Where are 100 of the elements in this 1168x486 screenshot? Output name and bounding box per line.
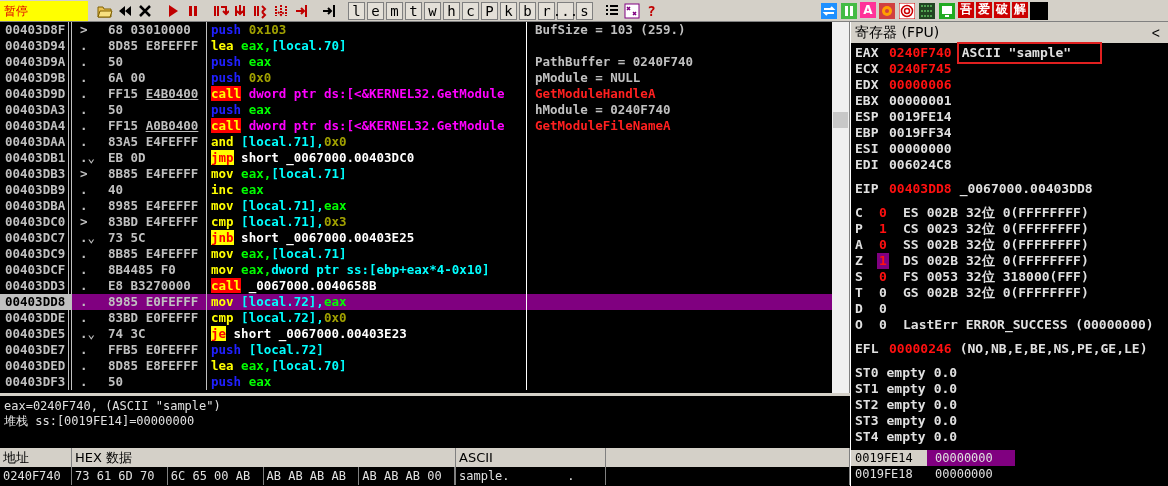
address-cell[interactable]: 00403DA4: [0, 118, 72, 134]
address-cell[interactable]: 00403D94: [0, 38, 72, 54]
stack-address[interactable]: 0019FE14: [851, 450, 927, 466]
toolbar-letter-button[interactable]: P: [481, 1, 498, 20]
register-value[interactable]: 00000001: [889, 93, 952, 109]
toolbar-letter-button[interactable]: w: [424, 1, 441, 20]
binary-icon[interactable]: [918, 1, 936, 20]
plugin-button[interactable]: 吾: [958, 1, 974, 18]
address-cell[interactable]: 00403DB9: [0, 182, 72, 198]
segment-bits: 32位: [965, 221, 995, 237]
register-name: ECX: [855, 61, 880, 77]
toolbar-letter-button[interactable]: s: [576, 1, 593, 20]
flag-value[interactable]: 0: [877, 269, 889, 285]
register-value[interactable]: 0240F740: [889, 45, 952, 61]
flag-name: O: [855, 317, 864, 333]
comment-text: BufSize = 103 (259.): [534, 22, 687, 38]
refresh-icon[interactable]: [820, 1, 838, 20]
toolbar-letter-button[interactable]: b: [519, 1, 536, 20]
instruction-text: lea eax,[local.70]: [207, 38, 527, 54]
address-cell[interactable]: 00403DC7: [0, 230, 72, 246]
segment-bits: 32位: [965, 269, 995, 285]
instruction-text: mov [local.72],eax: [207, 294, 527, 310]
register-value[interactable]: 006024C8: [889, 157, 952, 173]
help-button[interactable]: ?: [643, 1, 660, 20]
comment-text: pModule = NULL: [534, 70, 642, 86]
address-cell[interactable]: 00403D9A: [0, 54, 72, 70]
address-cell[interactable]: 00403DCF: [0, 262, 72, 278]
stack-address[interactable]: 0019FE18: [851, 466, 927, 482]
instruction-text: mov eax,[local.71]: [207, 166, 527, 182]
hex-cell: 8B85 E4FEFFF: [108, 246, 207, 262]
address-cell[interactable]: 00403DC0: [0, 214, 72, 230]
segment-selector: 0053: [926, 269, 958, 285]
address-cell[interactable]: 00403DED: [0, 358, 72, 374]
address-cell[interactable]: 00403D8F: [0, 22, 72, 38]
comment-text: hModule = 0240F740: [534, 102, 672, 118]
plugin-button[interactable]: 解: [1012, 1, 1028, 18]
flag-value[interactable]: 0: [877, 237, 889, 253]
address-cell[interactable]: 00403DBA: [0, 198, 72, 214]
plugin-button[interactable]: 破: [994, 1, 1010, 18]
scrollbar[interactable]: [832, 22, 849, 393]
toolbar-letter-button[interactable]: t: [405, 1, 422, 20]
register-value[interactable]: 00000000: [889, 141, 952, 157]
stack-value: 00000000: [934, 466, 994, 482]
address-cell[interactable]: 00403D9D: [0, 86, 72, 102]
register-value[interactable]: 00000006: [889, 77, 952, 93]
column-header[interactable]: ASCII: [456, 448, 606, 467]
segment-selector: 002B: [926, 253, 958, 269]
stack-value: 00000000: [927, 450, 1015, 466]
toolbar-letter-button[interactable]: l: [348, 1, 365, 20]
toolbar-letter-button[interactable]: ...: [557, 1, 574, 20]
toolbar-letter-button[interactable]: m: [386, 1, 403, 20]
address-cell[interactable]: 00403DB3: [0, 166, 72, 182]
register-value[interactable]: 0240F745: [889, 61, 952, 77]
fpu-value: 0.0: [933, 397, 958, 413]
register-value[interactable]: 0019FE14: [889, 109, 952, 125]
address-cell[interactable]: 00403DAA: [0, 134, 72, 150]
address-cell[interactable]: 00403DE5: [0, 326, 72, 342]
jump-marker: .: [79, 246, 89, 262]
address-cell[interactable]: 00403DDE: [0, 310, 72, 326]
segment-base: 0(FFFFFFFF): [1002, 285, 1089, 301]
column-header[interactable]: HEX 数据: [72, 448, 456, 467]
instruction-text: mov eax,[local.71]: [207, 246, 527, 262]
bars-icon[interactable]: [840, 1, 858, 20]
register-value[interactable]: 00000246: [889, 341, 952, 357]
flag-value[interactable]: 0: [877, 205, 889, 221]
register-value[interactable]: 00403DD8: [889, 181, 952, 197]
jump-marker: .: [79, 198, 89, 214]
jump-marker: .: [79, 86, 89, 102]
address-cell[interactable]: 00403D9B: [0, 70, 72, 86]
address-cell[interactable]: 00403DA3: [0, 102, 72, 118]
collapse-button[interactable]: <: [1147, 24, 1164, 41]
jump-marker: .: [72, 294, 108, 310]
toolbar-letter-button[interactable]: e: [367, 1, 384, 20]
hex-cell: AB AB AB AB: [263, 467, 360, 485]
instruction-text: push eax: [207, 374, 527, 390]
flag-value[interactable]: 1: [877, 221, 889, 237]
address-cell[interactable]: 00403DB1: [0, 150, 72, 166]
address-cell[interactable]: 00403DC9: [0, 246, 72, 262]
toolbar-letter-button[interactable]: r: [538, 1, 555, 20]
monitor-icon[interactable]: [938, 1, 956, 20]
plugin-icon[interactable]: [1030, 1, 1048, 20]
jump-marker: .: [79, 70, 89, 86]
column-header[interactable]: 地址: [0, 448, 72, 467]
target-icon[interactable]: [878, 1, 896, 20]
toolbar-letter-button[interactable]: c: [462, 1, 479, 20]
flag-value[interactable]: 0: [877, 317, 889, 333]
plugin-button[interactable]: 爱: [976, 1, 992, 18]
flag-value[interactable]: 0: [877, 301, 889, 317]
jump-marker: .⌄: [79, 326, 97, 342]
toolbar-letter-button[interactable]: h: [443, 1, 460, 20]
rings-icon[interactable]: [898, 1, 916, 20]
window-grid-icon[interactable]: [623, 1, 641, 20]
register-comment: ASCII "sample": [959, 45, 1100, 61]
hex-cell: 83A5 E4FEFFF: [108, 134, 207, 150]
address-cell[interactable]: 00403DD8: [0, 294, 72, 310]
flag-value[interactable]: 0: [877, 285, 889, 301]
address-cell[interactable]: 00403DE7: [0, 342, 72, 358]
register-value[interactable]: 0019FF34: [889, 125, 952, 141]
instruction-text: push eax: [207, 54, 527, 70]
toolbar-letter-button[interactable]: k: [500, 1, 517, 20]
